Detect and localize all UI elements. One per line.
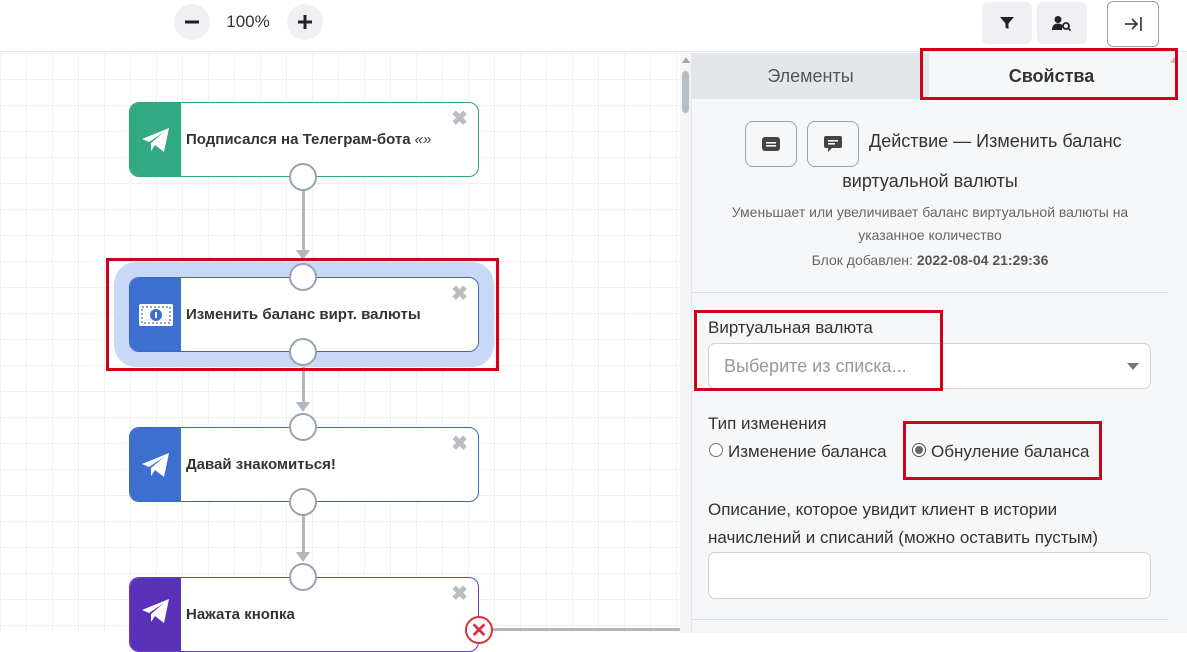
node-icon-area — [130, 428, 181, 501]
filter-icon — [1000, 17, 1014, 29]
client-description-label-continued: начислений и списаний (можно оставить пу… — [708, 528, 1099, 547]
node-title-suffix: «» — [414, 131, 432, 148]
collapse-panel-button[interactable] — [1107, 1, 1159, 47]
collapse-right-icon — [1125, 17, 1142, 31]
connector-line — [302, 190, 305, 252]
telegram-icon — [141, 598, 169, 623]
telegram-icon — [141, 127, 169, 152]
comment-button[interactable] — [807, 121, 859, 167]
close-icon[interactable]: ✖ — [451, 584, 468, 604]
telegram-icon — [141, 452, 169, 477]
action-title: Действие — Изменить баланс — [869, 131, 1122, 151]
block-added-date: 2022-08-04 21:29:36 — [916, 252, 1049, 268]
client-description-label: Описание, которое увидит клиент в истори… — [708, 500, 1058, 519]
action-description: Уменьшает или увеличивает баланс виртуал… — [731, 204, 1129, 243]
user-search-button[interactable] — [1037, 2, 1087, 44]
connector-line — [302, 365, 305, 405]
plus-icon — [298, 15, 312, 29]
tab-elements[interactable]: Элементы — [692, 53, 929, 99]
node-icon-area — [130, 103, 181, 176]
highlight-box — [106, 258, 499, 371]
minus-icon — [185, 20, 199, 24]
block-added-label: Блок добавлен: — [811, 252, 913, 268]
output-port[interactable] — [289, 163, 317, 191]
node-title: Нажата кнопка — [186, 606, 295, 623]
message-button[interactable] — [745, 121, 797, 167]
close-icon[interactable]: ✖ — [451, 434, 468, 454]
radio-change-balance-label[interactable]: Изменение баланса — [728, 442, 887, 462]
highlight-box — [694, 310, 943, 391]
canvas-scrollbar[interactable] — [680, 53, 691, 633]
error-port-icon[interactable]: ✕ — [465, 616, 493, 644]
filter-button[interactable] — [982, 2, 1032, 44]
radio-change-balance[interactable] — [709, 443, 723, 457]
zoom-out-button[interactable] — [174, 4, 210, 40]
comment-icon — [824, 136, 842, 152]
user-search-icon — [1052, 16, 1072, 31]
zoom-level: 100% — [226, 12, 270, 31]
highlight-box — [903, 421, 1102, 480]
connector-line — [490, 628, 680, 631]
message-square-icon — [762, 137, 780, 151]
action-title-continued: виртуальной валюты — [842, 171, 1018, 191]
connector-line — [302, 515, 305, 555]
change-type-label: Тип изменения — [708, 414, 827, 433]
zoom-in-button[interactable] — [287, 4, 323, 40]
close-icon[interactable]: ✖ — [451, 109, 468, 129]
output-port[interactable] — [289, 488, 317, 516]
node-title: Давай знакомиться! — [186, 456, 336, 473]
block-added-info: Блок добавлен: 2022-08-04 21:29:36 — [692, 252, 1168, 268]
canvas-scroll-thumb[interactable] — [682, 71, 689, 113]
connector-arrow-icon — [296, 402, 310, 412]
top-toolbar: 100% — [0, 0, 1187, 52]
node-icon-area — [130, 578, 181, 651]
client-description-input[interactable] — [708, 552, 1151, 599]
node-title-text: Подписался на Телеграм-бота — [186, 131, 411, 148]
divider — [692, 292, 1168, 293]
input-port[interactable] — [289, 563, 317, 591]
input-port[interactable] — [289, 413, 317, 441]
highlight-box — [920, 48, 1178, 100]
divider — [692, 619, 1168, 620]
connector-arrow-icon — [296, 552, 310, 562]
chevron-down-icon — [1127, 363, 1139, 370]
scroll-up-arrow-icon[interactable] — [682, 57, 690, 63]
